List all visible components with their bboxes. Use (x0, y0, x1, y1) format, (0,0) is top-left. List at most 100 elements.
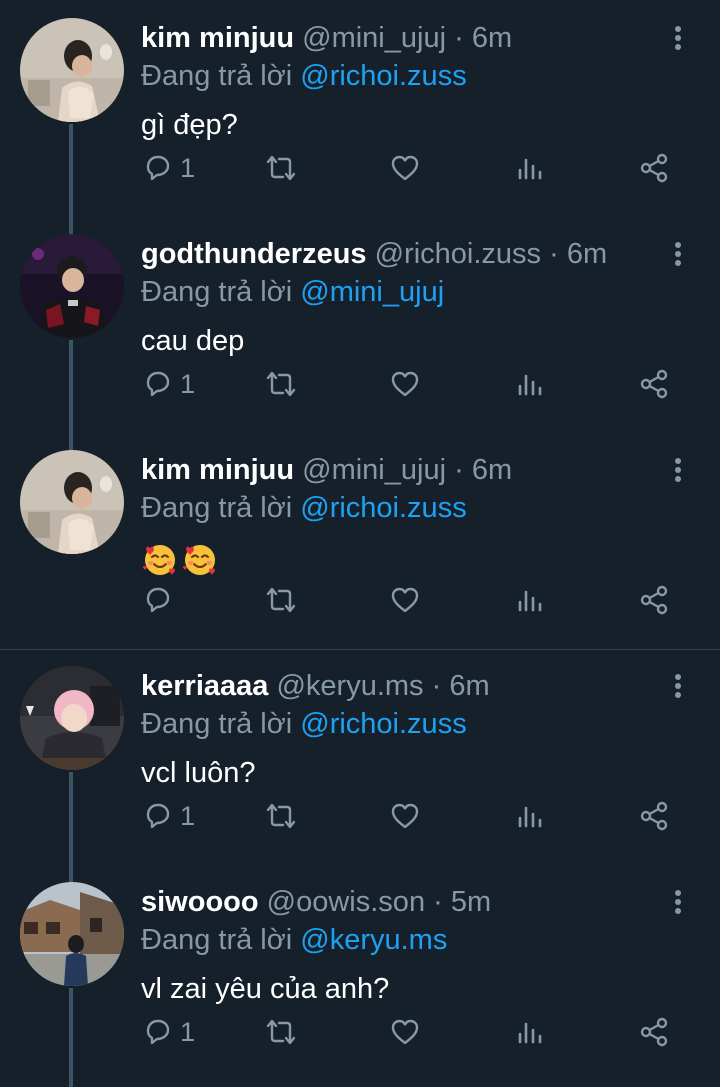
tweet[interactable]: siwoooo @oowis.son · 5m Đang trả lời @ke… (0, 864, 720, 1080)
user-handle[interactable]: @richoi.zuss (375, 238, 541, 270)
timestamp[interactable]: 6m (567, 238, 607, 270)
share-icon (640, 153, 668, 183)
replying-to: Đang trả lời @richoi.zuss (141, 490, 467, 526)
avatar[interactable] (20, 234, 124, 338)
replying-to: Đang trả lời @mini_ujuj (141, 274, 444, 310)
display-name[interactable]: kerriaaaa (141, 670, 268, 702)
reply-button[interactable] (142, 580, 180, 620)
more-vertical-icon[interactable] (664, 670, 692, 702)
smiling-face-with-hearts-icon (143, 545, 175, 575)
avatar[interactable] (20, 18, 124, 122)
tweet-header: kim minjuu @mini_ujuj · 6m (141, 452, 512, 488)
tweet[interactable]: kim minjuu @mini_ujuj · 6m Đang trả lời … (0, 0, 720, 216)
reply-icon (146, 371, 170, 397)
analytics-button[interactable] (514, 580, 546, 620)
retweet-button[interactable] (263, 796, 299, 836)
reply-icon (146, 803, 170, 829)
heart-icon (391, 155, 419, 181)
like-button[interactable] (389, 1012, 421, 1052)
retweet-icon (266, 1019, 296, 1045)
retweet-button[interactable] (263, 580, 299, 620)
like-button[interactable] (389, 148, 421, 188)
user-handle[interactable]: @oowis.son (267, 886, 425, 918)
replying-to-label: Đang trả lời (141, 924, 293, 956)
mention-link[interactable]: @richoi.zuss (300, 492, 466, 524)
heart-icon (391, 803, 419, 829)
user-handle[interactable]: @mini_ujuj (302, 454, 446, 486)
display-name[interactable]: kim minjuu (141, 22, 294, 54)
reply-button[interactable]: 1 (142, 796, 195, 836)
reply-button[interactable]: 1 (142, 1012, 195, 1052)
user-handle[interactable]: @mini_ujuj (302, 22, 446, 54)
more-vertical-icon[interactable] (664, 238, 692, 270)
avatar[interactable] (20, 666, 124, 770)
tweet[interactable]: kim minjuu @mini_ujuj · 6m Đang trả lời … (0, 432, 720, 648)
share-button[interactable] (638, 148, 670, 188)
more-vertical-icon[interactable] (664, 886, 692, 918)
tweet-actions: 1 (0, 148, 720, 188)
avatar[interactable] (20, 882, 124, 986)
tweet-header: siwoooo @oowis.son · 5m (141, 884, 491, 920)
retweet-icon (266, 587, 296, 613)
tweet-header: kerriaaaa @keryu.ms · 6m (141, 668, 490, 704)
timestamp[interactable]: 5m (451, 886, 491, 918)
timestamp[interactable]: 6m (472, 454, 512, 486)
like-button[interactable] (389, 796, 421, 836)
display-name[interactable]: kim minjuu (141, 454, 294, 486)
like-button[interactable] (389, 364, 421, 404)
more-vertical-icon[interactable] (664, 22, 692, 54)
heart-icon (391, 371, 419, 397)
replying-to: Đang trả lời @keryu.ms (141, 922, 447, 958)
share-button[interactable] (638, 1012, 670, 1052)
like-button[interactable] (389, 580, 421, 620)
share-icon (640, 801, 668, 831)
replying-to: Đang trả lời @richoi.zuss (141, 58, 467, 94)
share-button[interactable] (638, 796, 670, 836)
tweet-actions: 1 (0, 364, 720, 404)
avatar[interactable] (20, 450, 124, 554)
user-handle[interactable]: @keryu.ms (276, 670, 423, 702)
mention-link[interactable]: @keryu.ms (300, 924, 447, 956)
mention-link[interactable]: @richoi.zuss (300, 60, 466, 92)
tweet[interactable]: godthunderzeus @richoi.zuss · 6m Đang tr… (0, 216, 720, 432)
reply-count: 1 (180, 1016, 196, 1047)
share-button[interactable] (638, 364, 670, 404)
reply-button[interactable]: 1 (142, 148, 195, 188)
tweet[interactable]: kerriaaaa @keryu.ms · 6m Đang trả lời @r… (0, 648, 720, 864)
smiling-face-with-hearts-icon (183, 545, 215, 575)
mention-link[interactable]: @richoi.zuss (300, 708, 466, 740)
replying-to-label: Đang trả lời (141, 60, 293, 92)
tweet-text: vcl luôn? (141, 757, 256, 789)
reply-count: 1 (180, 152, 196, 183)
retweet-button[interactable] (263, 148, 299, 188)
replying-to-label: Đang trả lời (141, 708, 293, 740)
share-icon (640, 585, 668, 615)
tweet-text: vl zai yêu của anh? (141, 973, 390, 1005)
analytics-icon (518, 806, 542, 828)
tweet-text: gì đẹp? (141, 109, 238, 141)
reply-button[interactable]: 1 (142, 364, 195, 404)
mention-link[interactable]: @mini_ujuj (300, 276, 444, 308)
display-name[interactable]: siwoooo (141, 886, 259, 918)
timestamp[interactable]: 6m (449, 670, 489, 702)
analytics-button[interactable] (514, 1012, 546, 1052)
separator-dot: · (549, 238, 559, 270)
replying-to-label: Đang trả lời (141, 276, 293, 308)
display-name[interactable]: godthunderzeus (141, 238, 367, 270)
more-vertical-icon[interactable] (664, 454, 692, 486)
separator-dot: · (433, 886, 443, 918)
retweet-icon (266, 371, 296, 397)
separator-dot: · (454, 22, 464, 54)
retweet-button[interactable] (263, 364, 299, 404)
tweet-actions: 1 (0, 1012, 720, 1052)
analytics-button[interactable] (514, 364, 546, 404)
tweet-header: kim minjuu @mini_ujuj · 6m (141, 20, 512, 56)
analytics-button[interactable] (514, 796, 546, 836)
analytics-icon (518, 374, 542, 396)
share-button[interactable] (638, 580, 670, 620)
analytics-button[interactable] (514, 148, 546, 188)
retweet-button[interactable] (263, 1012, 299, 1052)
analytics-icon (518, 590, 542, 612)
heart-icon (391, 1019, 419, 1045)
timestamp[interactable]: 6m (472, 22, 512, 54)
